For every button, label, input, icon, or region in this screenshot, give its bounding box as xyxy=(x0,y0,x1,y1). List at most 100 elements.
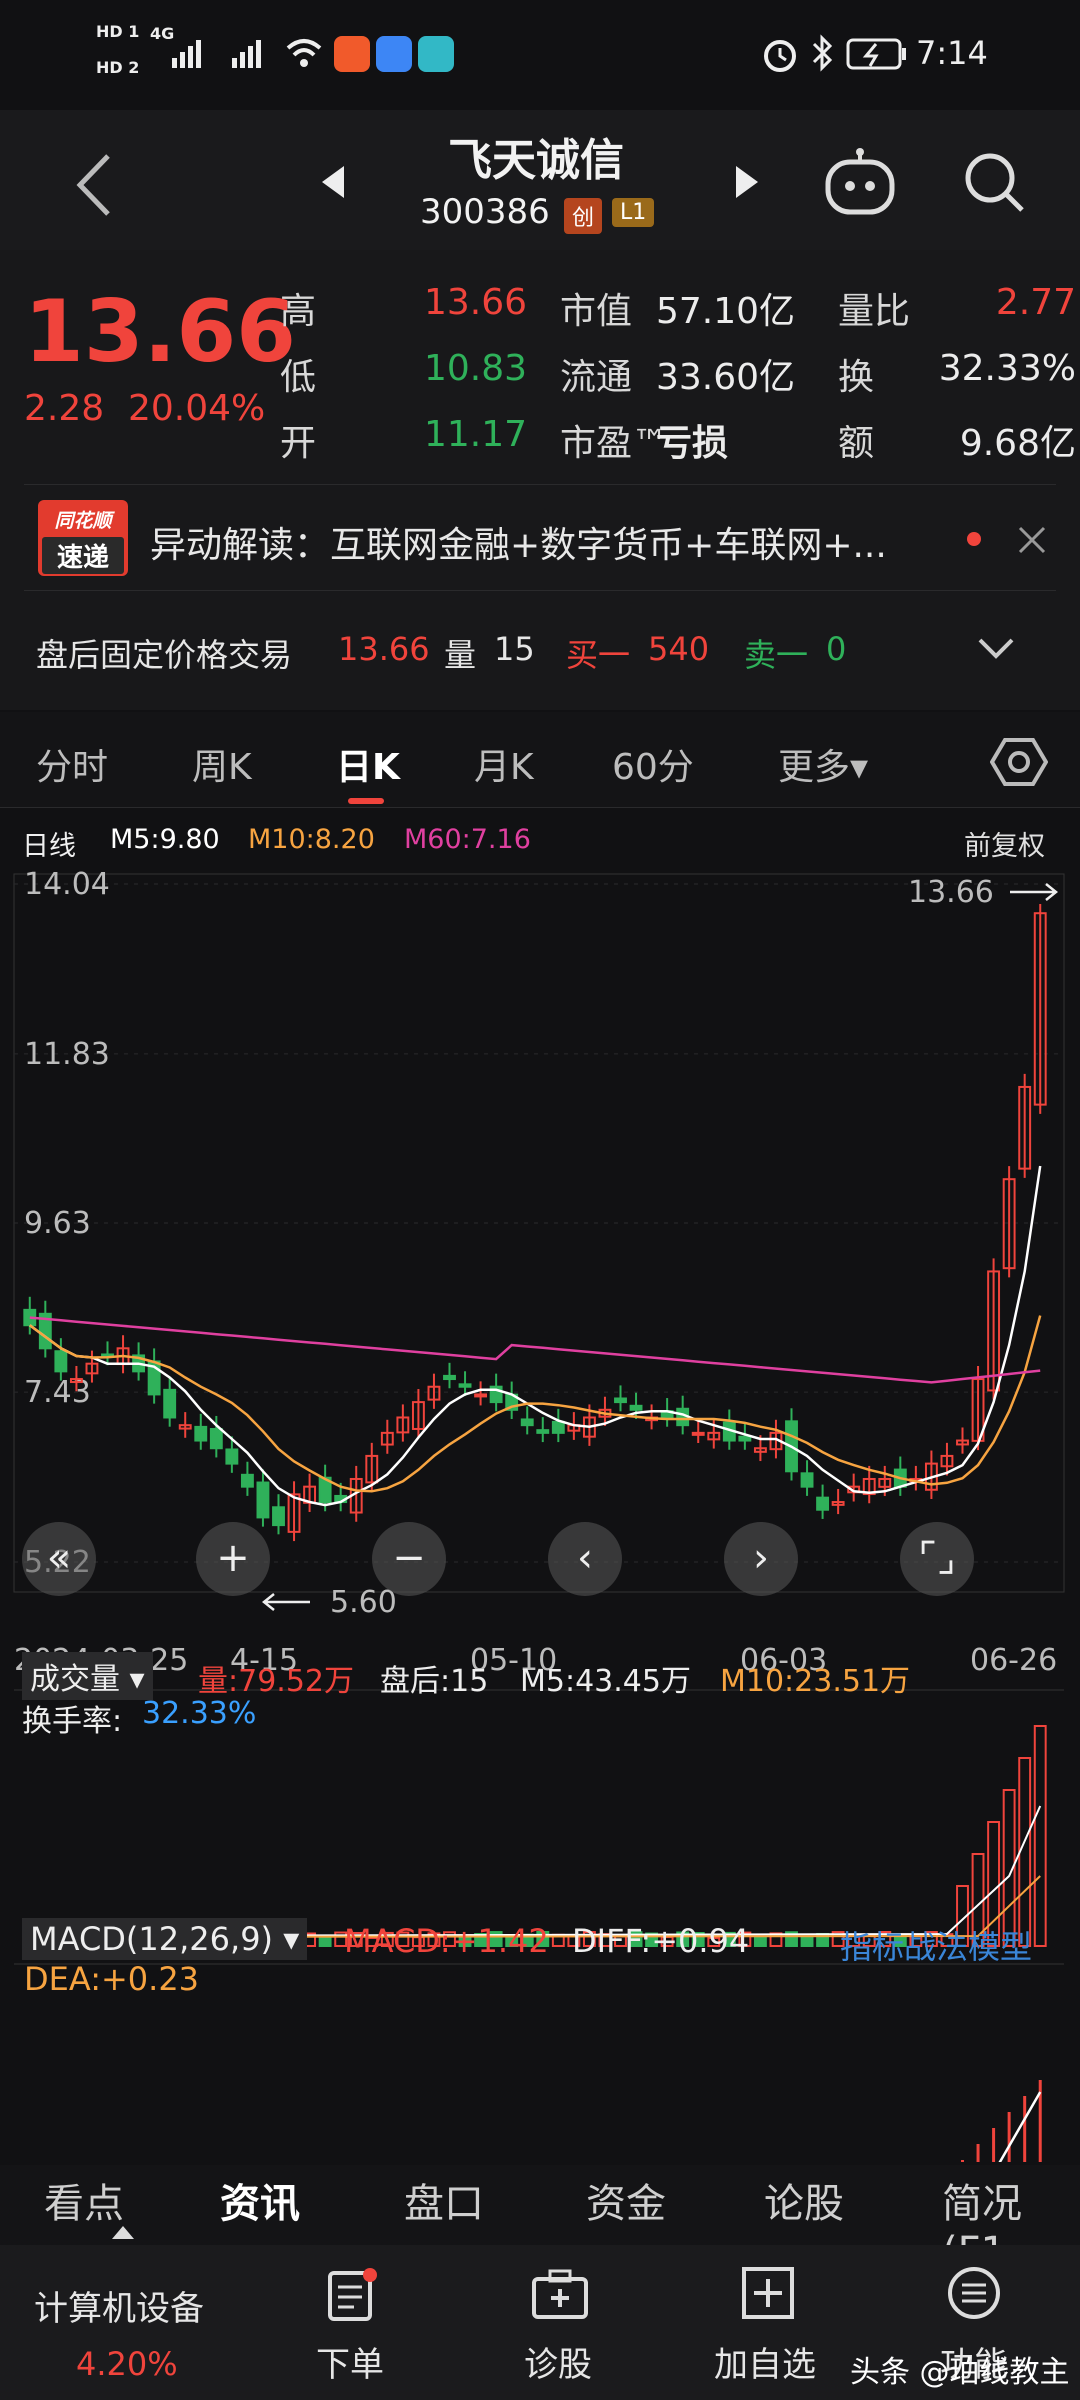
quote-field-label: 市盈™ xyxy=(560,423,669,464)
back-icon[interactable] xyxy=(70,150,120,220)
info-tab[interactable]: 盘口 xyxy=(404,2171,484,2229)
quote-field-value: 11.17 xyxy=(424,414,528,455)
ma5-line xyxy=(29,1165,1042,1507)
price-change: 2.28 xyxy=(24,388,105,429)
zoom-in-button[interactable]: + xyxy=(196,1522,270,1596)
tab-intraday[interactable]: 分时 xyxy=(36,738,108,790)
search-icon[interactable] xyxy=(962,150,1028,216)
fullscreen-button[interactable]: ⌜⌟ xyxy=(900,1522,974,1596)
quote-field-label: 高 xyxy=(280,291,317,332)
add-watchlist-button[interactable]: 加自选 xyxy=(714,2337,816,2386)
ma10-line xyxy=(29,1315,1042,1493)
prev-stock-icon[interactable] xyxy=(318,162,348,202)
diagnose-button[interactable]: 诊股 xyxy=(524,2337,592,2386)
candle-body xyxy=(240,1473,254,1488)
candle-body xyxy=(209,1428,223,1450)
zoom-out-button[interactable]: − xyxy=(372,1522,446,1596)
quote-field-label: 流通 xyxy=(560,357,633,398)
chart-period-tabs: 分时 周K 日K 月K 60分 更多▾ xyxy=(0,712,1080,808)
quote-field-value: 33.60亿 xyxy=(656,357,796,398)
adjust-mode-button[interactable]: 前复权 xyxy=(964,824,1045,863)
quote-field-label: 额 xyxy=(838,423,875,464)
vol-ma10: M10:23.51万 xyxy=(720,1664,911,1699)
macd-value: MACD:+1.42 xyxy=(344,1922,549,1960)
stock-name: 飞天诚信 xyxy=(448,135,624,186)
scroll-right-button[interactable]: › xyxy=(724,1522,798,1596)
quote-field-label: 低 xyxy=(280,357,317,398)
app-icon-2 xyxy=(376,36,412,72)
sector-change: 4.20% xyxy=(76,2345,178,2383)
scroll-left-button[interactable]: ‹ xyxy=(548,1522,622,1596)
candle-body xyxy=(738,1435,752,1442)
stock-code: 300386 xyxy=(420,192,550,232)
after-hours-vol-label: 量 xyxy=(444,636,477,674)
vol-ma5: M5:43.45万 xyxy=(520,1664,691,1699)
tab-monthly[interactable]: 月K xyxy=(474,738,534,790)
tab-weekly[interactable]: 周K xyxy=(192,738,252,790)
info-tab[interactable]: 资讯 xyxy=(220,2171,300,2229)
high-arrow-icon xyxy=(1010,883,1059,901)
next-stock-icon[interactable] xyxy=(732,162,762,202)
sim2-label: HD 2 xyxy=(96,58,140,77)
ths-news-badge: 同花顺 速递 xyxy=(38,500,128,576)
info-tab[interactable]: 资金 xyxy=(586,2171,666,2229)
after-hours-price: 13.66 xyxy=(338,630,430,668)
stock-header: 飞天诚信 300386 创 L1 xyxy=(0,110,1080,250)
tab-daily[interactable]: 日K xyxy=(336,738,400,790)
turnover-label: 换手率: xyxy=(22,1704,123,1739)
chevron-down-icon[interactable] xyxy=(976,634,1016,664)
quote-field-value: 亏损 xyxy=(656,423,729,464)
volume-bar xyxy=(1033,1725,1047,1947)
caret-up-icon xyxy=(112,2226,134,2239)
status-bar: HD 1 HD 2 4G 7:14 xyxy=(0,0,1080,110)
quote-field-value: 32.33% xyxy=(938,348,1076,389)
diagnose-icon xyxy=(532,2269,588,2319)
order-button[interactable]: 下单 xyxy=(316,2337,384,2386)
tab-more[interactable]: 更多▾ xyxy=(778,738,868,790)
candle-body xyxy=(800,1472,814,1488)
divider xyxy=(24,484,1056,485)
quote-field-value: 13.66 xyxy=(424,282,528,323)
divider xyxy=(24,590,1056,591)
active-tab-indicator xyxy=(348,798,384,804)
signal-icon xyxy=(172,40,261,68)
kline-chart[interactable]: 日线 M5:9.80 M10:8.20 M60:7.16 前复权 14.04 11… xyxy=(0,810,1080,2162)
volume-bar xyxy=(800,1935,814,1948)
quote-field-value: 57.10亿 xyxy=(656,291,796,332)
alarm-icon xyxy=(764,40,796,72)
info-tab[interactable]: 看点 xyxy=(44,2171,124,2229)
candle-body xyxy=(520,1418,534,1427)
bluetooth-icon xyxy=(812,34,833,72)
indicator-model-link[interactable]: 指标战法模型 xyxy=(840,1922,1032,1968)
low-price-label: 5.60 xyxy=(330,1585,397,1620)
news-headline[interactable]: 异动解读：互联网金融+数字货币+车联网+... xyxy=(150,516,887,568)
add-watchlist-icon xyxy=(742,2267,794,2319)
macd-indicator-selector[interactable]: MACD(12,26,9) ▾ xyxy=(22,1918,308,1960)
volume-bar xyxy=(318,1936,332,1947)
candle-body xyxy=(256,1481,270,1519)
sell1-label: 卖一 xyxy=(744,636,809,674)
after-hours-label: 盘后固定价格交易 xyxy=(36,636,293,674)
quote-field-value: 2.77 xyxy=(995,282,1076,323)
vol-ma5-line xyxy=(29,1805,1042,1937)
rewind-button[interactable]: « xyxy=(22,1522,96,1596)
candle-body xyxy=(536,1429,550,1434)
settings-hex-icon[interactable] xyxy=(990,736,1048,788)
wifi-icon xyxy=(286,39,322,67)
robot-assistant-icon[interactable] xyxy=(822,146,898,218)
quote-field-value: 10.83 xyxy=(424,348,528,389)
volume-indicator-selector[interactable]: 成交量 ▾ xyxy=(22,1652,153,1700)
info-tab[interactable]: 论股 xyxy=(764,2171,844,2229)
low-arrow-icon xyxy=(261,1593,310,1611)
sector-name[interactable]: 计算机设备 xyxy=(34,2281,204,2330)
close-icon[interactable] xyxy=(1014,522,1050,558)
current-price: 13.66 xyxy=(24,282,297,382)
watermark-text: 头条 @珀线教主 xyxy=(850,2355,1070,2390)
sim1-label: HD 1 xyxy=(96,22,140,41)
tab-60min[interactable]: 60分 xyxy=(612,738,694,790)
quote-field-label: 量比 xyxy=(838,291,911,332)
quote-panel: 13.66 2.28 20.04% 高 13.66 市值 57.10亿 量比 2.77 低 1… xyxy=(0,250,1080,710)
price-change-pct: 20.04% xyxy=(128,388,266,429)
y-tick-label: 14.04 xyxy=(24,867,110,902)
menu-icon xyxy=(948,2267,1000,2319)
